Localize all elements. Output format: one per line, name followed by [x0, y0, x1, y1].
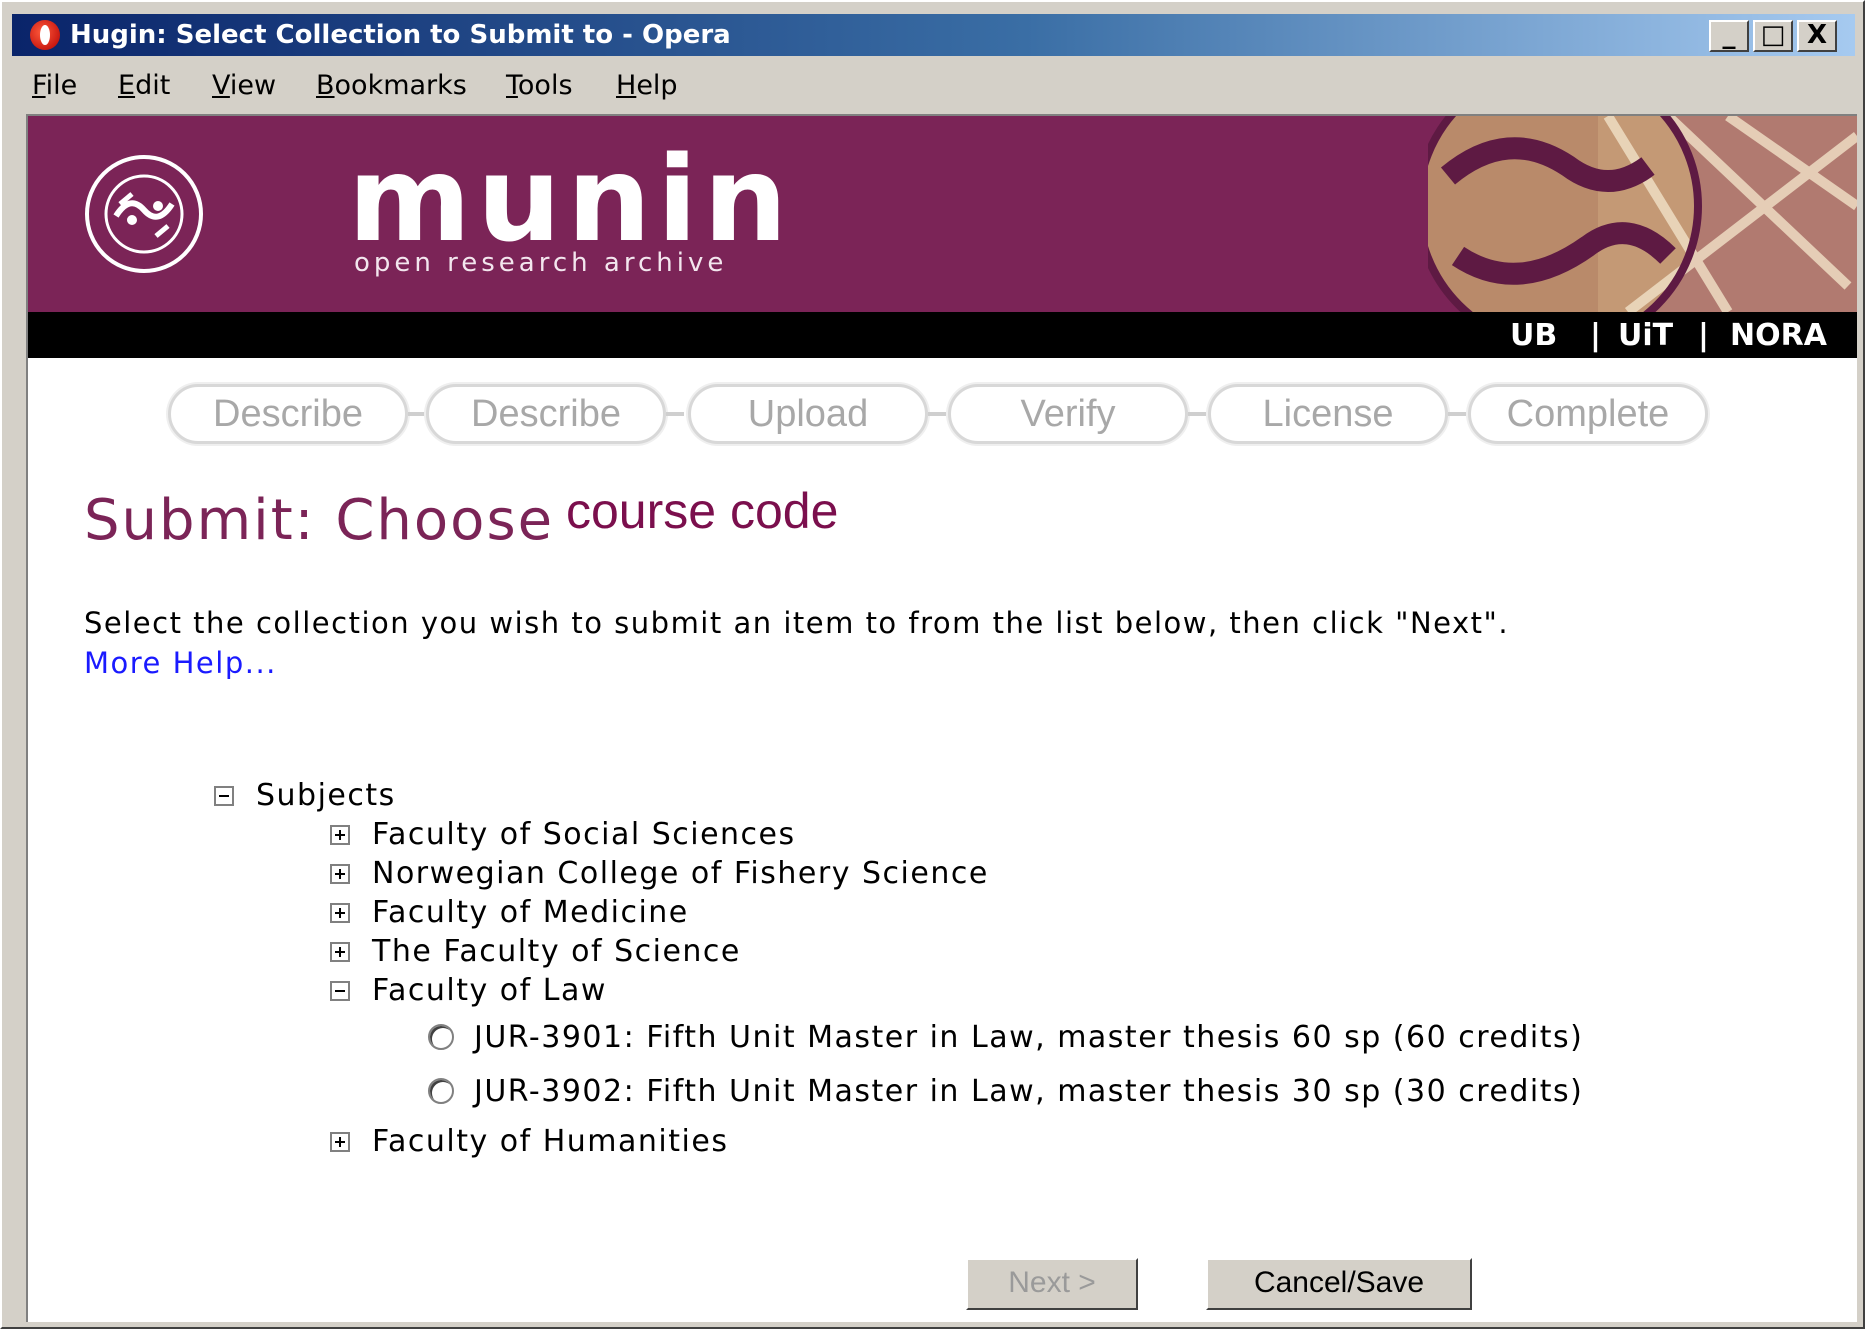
menu-view-label: iew [229, 70, 277, 101]
step-connector [408, 412, 426, 416]
menu-bookmarks-label: ookmarks [334, 70, 467, 101]
link-uit[interactable]: UiT [1618, 318, 1673, 353]
opera-icon [30, 20, 60, 50]
next-button[interactable]: Next > [966, 1258, 1138, 1310]
tree-label: Faculty of Medicine [372, 895, 689, 930]
menu-edit[interactable]: Edit [118, 70, 170, 101]
link-separator: | [1590, 318, 1601, 353]
close-button[interactable]: X [1797, 20, 1837, 52]
site-banner: munin open research archive [28, 116, 1857, 312]
banner-decorative-image [1428, 116, 1857, 312]
instructions-text: Select the collection you wish to submit… [84, 606, 1510, 640]
menu-bookmarks[interactable]: Bookmarks [316, 70, 467, 101]
window-title: Hugin: Select Collection to Submit to - … [70, 20, 731, 50]
link-nora[interactable]: NORA [1730, 318, 1827, 353]
munin-logo[interactable]: munin [348, 134, 793, 264]
title-bar[interactable]: Hugin: Select Collection to Submit to - … [12, 14, 1855, 56]
site-link-bar: UB | UiT | NORA [28, 312, 1857, 358]
menu-edit-label: dit [135, 70, 171, 101]
menu-tools-label: ools [517, 70, 573, 101]
collapse-icon[interactable] [330, 981, 350, 1001]
tree-label: Norwegian College of Fishery Science [372, 856, 989, 891]
step-complete[interactable]: Complete [1468, 384, 1708, 444]
menu-file-accelerator: F [32, 70, 46, 101]
menu-help-label: elp [636, 70, 678, 101]
page-title: Submit: Choose [84, 488, 555, 553]
step-license[interactable]: License [1208, 384, 1448, 444]
step-connector [928, 412, 946, 416]
menu-tools-accelerator: T [506, 70, 518, 101]
browser-window: Hugin: Select Collection to Submit to - … [0, 0, 1865, 1329]
collapse-icon[interactable] [214, 786, 234, 806]
maximize-button[interactable]: □ [1753, 20, 1793, 52]
minimize-button[interactable]: _ [1709, 20, 1749, 52]
tree-label: Faculty of Humanities [372, 1124, 729, 1159]
submission-progress-bar: Describe Describe Upload Verify License … [168, 384, 1748, 448]
step-connector [666, 412, 684, 416]
collection-radio[interactable] [428, 1024, 454, 1050]
collection-label[interactable]: JUR-3902: Fifth Unit Master in Law, mast… [474, 1074, 1583, 1109]
step-describe-1[interactable]: Describe [168, 384, 408, 444]
page-viewport: munin open research archive UB | UiT | N… [26, 114, 1857, 1322]
menu-edit-accelerator: E [118, 70, 136, 101]
step-connector [1188, 412, 1206, 416]
expand-icon[interactable] [330, 825, 350, 845]
munin-tagline: open research archive [354, 248, 728, 278]
tree-label: Subjects [256, 778, 396, 813]
more-help-link[interactable]: More Help... [84, 646, 277, 680]
link-separator: | [1698, 318, 1709, 353]
link-ub[interactable]: UB [1510, 318, 1557, 353]
menu-view[interactable]: View [212, 70, 276, 101]
cancel-save-button[interactable]: Cancel/Save [1206, 1258, 1472, 1310]
menu-help-accelerator: H [616, 70, 637, 101]
step-verify[interactable]: Verify [948, 384, 1188, 444]
expand-icon[interactable] [330, 942, 350, 962]
expand-icon[interactable] [330, 1132, 350, 1152]
step-connector [1448, 412, 1466, 416]
tree-label: The Faculty of Science [372, 934, 741, 969]
tree-label: Faculty of Social Sciences [372, 817, 796, 852]
step-describe-2[interactable]: Describe [426, 384, 666, 444]
step-upload[interactable]: Upload [688, 384, 928, 444]
menu-file-label: ile [45, 70, 78, 101]
university-seal-logo[interactable] [84, 154, 204, 274]
menu-tools[interactable]: Tools [506, 70, 573, 101]
annotation-text: course code [566, 483, 839, 539]
menu-view-accelerator: V [212, 70, 230, 101]
collection-radio[interactable] [428, 1078, 454, 1104]
menu-bookmarks-accelerator: B [316, 70, 335, 101]
collection-label[interactable]: JUR-3901: Fifth Unit Master in Law, mast… [474, 1020, 1583, 1055]
expand-icon[interactable] [330, 864, 350, 884]
tree-label: Faculty of Law [372, 973, 607, 1008]
menu-bar: File Edit View Bookmarks Tools Help [12, 64, 1855, 108]
menu-file[interactable]: File [32, 70, 77, 101]
expand-icon[interactable] [330, 903, 350, 923]
menu-help[interactable]: Help [616, 70, 678, 101]
